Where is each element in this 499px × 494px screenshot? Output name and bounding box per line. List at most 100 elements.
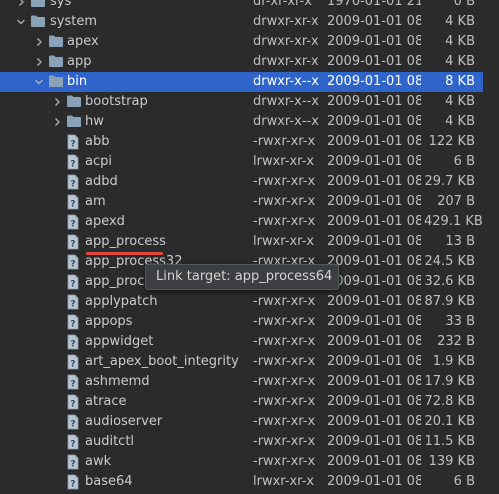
entry-size: 13 B	[445, 234, 475, 249]
entry-date: 2009-01-01 08:0	[327, 394, 421, 409]
unknown-file-icon: ?	[66, 254, 84, 270]
svg-text:?: ?	[70, 440, 75, 450]
entry-permissions: -rwxr-xr-x	[253, 454, 316, 469]
unknown-file-icon: ?	[66, 354, 84, 370]
tree-row-file[interactable]: ? appwidget -rwxr-xr-x 2009-01-01 08:0 232 B	[0, 332, 499, 352]
entry-permissions: drwxr-x--x	[253, 74, 319, 89]
entry-size: 139 KB	[428, 454, 475, 469]
entry-size: 29.7 KB	[424, 174, 475, 189]
tree-row-file[interactable]: ? abb -rwxr-xr-x 2009-01-01 08:0 122 KB	[0, 132, 499, 152]
entry-permissions: drwxr-x--x	[253, 94, 319, 109]
tree-row-file[interactable]: ? audioserver -rwxr-xr-x 2009-01-01 08:020.…	[0, 412, 499, 432]
tree-row-file[interactable]: ? awk -rwxr-xr-x 2009-01-01 08:0 139 KB	[0, 452, 499, 472]
vertical-scrollbar[interactable]	[483, 0, 499, 493]
tree-row-folder[interactable]: hw drwxr-x--x 2009-01-01 08:0 4 KB	[0, 112, 499, 132]
entry-permissions: -rwxr-xr-x	[253, 314, 316, 329]
entry-name: appwidget	[85, 334, 154, 349]
svg-text:?: ?	[70, 320, 75, 330]
entry-size: 32.6 KB	[424, 274, 475, 289]
chevron-right-icon[interactable]	[50, 92, 64, 112]
entry-size: 4 KB	[445, 54, 475, 69]
unknown-file-icon: ?	[66, 174, 84, 190]
folder-icon	[48, 74, 66, 90]
tree-row-file[interactable]: ? art_apex_boot_integrity -rwxr-xr-x 2009-0…	[0, 352, 499, 372]
link-hover-underline	[86, 252, 163, 255]
entry-permissions: -rwxr-xr-x	[253, 374, 316, 389]
entry-permissions: lrwxr-xr-x	[253, 234, 315, 249]
entry-date: 2009-01-01 08:0	[327, 294, 421, 309]
folder-icon	[66, 114, 84, 130]
tree-row-file[interactable]: ? apexd -rwxr-xr-x 2009-01-01 08:0429.1 KB	[0, 212, 499, 232]
entry-name: base64	[85, 474, 133, 489]
entry-date: 2009-01-01 08:0	[327, 374, 421, 389]
entry-name: art_apex_boot_integrity	[85, 354, 239, 369]
tree-row-file[interactable]: ? acpi lrwxr-xr-x 2009-01-01 08:0 6 B	[0, 152, 499, 172]
tree-row-folder[interactable]: apex drwxr-xr-x 2009-01-01 08:0 4 KB	[0, 32, 499, 52]
entry-permissions: -rwxr-xr-x	[253, 174, 316, 189]
tree-row-folder[interactable]: system drwxr-xr-x 2009-01-01 08:0 4 KB	[0, 12, 499, 32]
tree-row-file[interactable]: ? appops -rwxr-xr-x 2009-01-01 08:0 33 B	[0, 312, 499, 332]
tree-row-file[interactable]: ? base64 lrwxr-xr-x 2009-01-01 08:0 6 B	[0, 472, 499, 492]
entry-size: 4 KB	[445, 94, 475, 109]
chevron-right-icon[interactable]	[32, 52, 46, 72]
tree-row-folder[interactable]: bootstrap drwxr-x--x 2009-01-01 08:0 4 KB	[0, 92, 499, 112]
chevron-down-icon[interactable]	[32, 72, 46, 92]
entry-size: 17.9 KB	[424, 374, 475, 389]
entry-size: 11.5 KB	[424, 434, 475, 449]
tree-row-file[interactable]: ? am -rwxr-xr-x 2009-01-01 08:0 207 B	[0, 192, 499, 212]
entry-size: 6 B	[453, 474, 475, 489]
entry-size: 72.8 KB	[424, 394, 475, 409]
entry-permissions: drwxr-x--x	[253, 114, 319, 129]
entry-date: 2009-01-01 08:0	[327, 354, 421, 369]
unknown-file-icon: ?	[66, 274, 84, 290]
chevron-right-icon[interactable]	[32, 32, 46, 52]
chevron-down-icon[interactable]	[14, 12, 28, 32]
tree-row-file[interactable]: ? applypatch -rwxr-xr-x 2009-01-01 08:087.9…	[0, 292, 499, 312]
svg-text:?: ?	[70, 400, 75, 410]
tree-row-folder[interactable]: app drwxr-xr-x 2009-01-01 08:0 4 KB	[0, 52, 499, 72]
svg-text:?: ?	[70, 300, 75, 310]
tree-row-file[interactable]: ? auditctl -rwxr-xr-x 2009-01-01 08:011.5 K…	[0, 432, 499, 452]
unknown-file-icon: ?	[66, 454, 84, 470]
chevron-right-icon[interactable]	[14, 0, 28, 12]
tree-row-folder[interactable]: sys dr-xr-xr-x 1970-01-01 21:2 0 B	[0, 0, 499, 12]
entry-date: 2009-01-01 08:0	[327, 334, 421, 349]
entry-date: 2009-01-01 08:0	[327, 234, 421, 249]
entry-name: app_process	[85, 234, 166, 249]
entry-date: 2009-01-01 08:0	[327, 154, 421, 169]
entry-date: 2009-01-01 08:0	[327, 434, 421, 449]
entry-size: 0 B	[453, 0, 475, 9]
entry-permissions: -rwxr-xr-x	[253, 194, 316, 209]
entry-size: 33 B	[445, 314, 475, 329]
entry-size: 87.9 KB	[424, 294, 475, 309]
entry-date: 2009-01-01 08:0	[327, 34, 421, 49]
entry-name: adbd	[85, 174, 118, 189]
entry-date: 2009-01-01 08:0	[327, 454, 421, 469]
unknown-file-icon: ?	[66, 234, 84, 250]
tree-row-file[interactable]: ? adbd -rwxr-xr-x 2009-01-01 08:029.7 KB	[0, 172, 499, 192]
entry-date: 2009-01-01 08:0	[327, 254, 421, 269]
entry-name: bootstrap	[85, 94, 148, 109]
entry-date: 1970-01-01 21:2	[327, 0, 421, 9]
svg-text:?: ?	[70, 200, 75, 210]
entry-size: 6 B	[453, 154, 475, 169]
folder-icon	[48, 54, 66, 70]
entry-date: 2009-01-01 08:0	[327, 194, 421, 209]
unknown-file-icon: ?	[66, 194, 84, 210]
entry-name: app	[67, 54, 92, 69]
unknown-file-icon: ?	[66, 434, 84, 450]
svg-text:?: ?	[70, 260, 75, 270]
folder-icon	[30, 14, 48, 30]
entry-permissions: dr-xr-xr-x	[253, 0, 312, 9]
entry-permissions: -rwxr-xr-x	[253, 134, 316, 149]
tree-row-file[interactable]: ? atrace -rwxr-xr-x 2009-01-01 08:072.8 KB	[0, 392, 499, 412]
tree-row-folder[interactable]: bin drwxr-x--x 2009-01-01 08:0 8 KB	[0, 72, 499, 92]
tree-row-file[interactable]: ? ashmemd -rwxr-xr-x 2009-01-01 08:017.9 KB	[0, 372, 499, 392]
tree-row-file[interactable]: ? app_process lrwxr-xr-x 2009-01-01 08:0 13 …	[0, 232, 499, 252]
entry-permissions: lrwxr-xr-x	[253, 154, 315, 169]
entry-size: 4 KB	[445, 114, 475, 129]
svg-text:?: ?	[70, 340, 75, 350]
chevron-right-icon[interactable]	[50, 112, 64, 132]
entry-date: 2009-01-01 08:0	[327, 414, 421, 429]
folder-icon	[30, 0, 48, 10]
